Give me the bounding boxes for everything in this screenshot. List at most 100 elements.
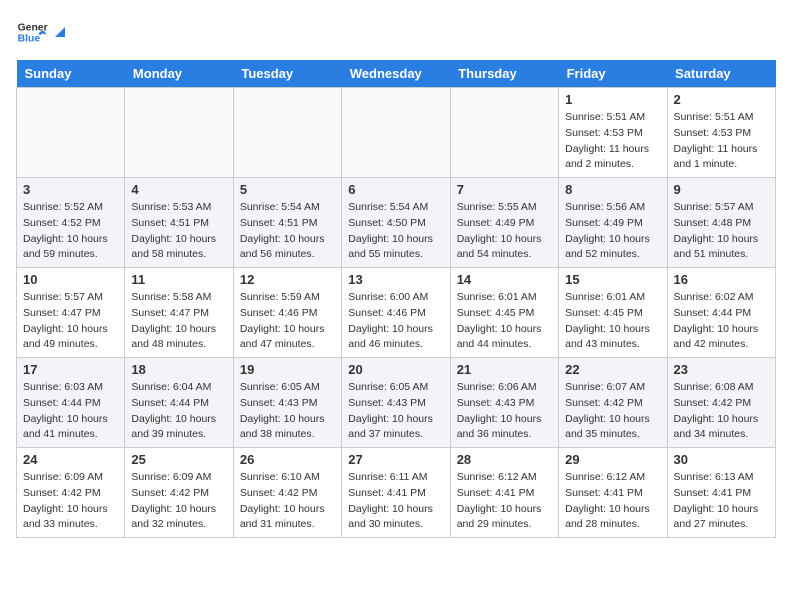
- day-info: Sunrise: 5:56 AM Sunset: 4:49 PM Dayligh…: [565, 200, 660, 263]
- day-info: Sunrise: 5:58 AM Sunset: 4:47 PM Dayligh…: [131, 290, 226, 353]
- day-info: Sunrise: 6:13 AM Sunset: 4:41 PM Dayligh…: [674, 470, 769, 533]
- calendar-cell: [342, 88, 450, 178]
- calendar-cell: [125, 88, 233, 178]
- day-info: Sunrise: 6:12 AM Sunset: 4:41 PM Dayligh…: [565, 470, 660, 533]
- day-number: 27: [348, 452, 443, 467]
- day-number: 3: [23, 182, 118, 197]
- day-info: Sunrise: 5:59 AM Sunset: 4:46 PM Dayligh…: [240, 290, 335, 353]
- weekday-header-row: SundayMondayTuesdayWednesdayThursdayFrid…: [17, 60, 776, 88]
- calendar-cell: [17, 88, 125, 178]
- calendar-cell: 30 Sunrise: 6:13 AM Sunset: 4:41 PM Dayli…: [667, 448, 775, 538]
- calendar-cell: [450, 88, 558, 178]
- calendar-cell: 18 Sunrise: 6:04 AM Sunset: 4:44 PM Dayli…: [125, 358, 233, 448]
- calendar-cell: 23 Sunrise: 6:08 AM Sunset: 4:42 PM Dayli…: [667, 358, 775, 448]
- day-number: 23: [674, 362, 769, 377]
- calendar-cell: 13 Sunrise: 6:00 AM Sunset: 4:46 PM Dayli…: [342, 268, 450, 358]
- calendar-cell: 12 Sunrise: 5:59 AM Sunset: 4:46 PM Dayli…: [233, 268, 341, 358]
- day-number: 4: [131, 182, 226, 197]
- logo-triangle-icon: [53, 25, 67, 39]
- day-number: 29: [565, 452, 660, 467]
- day-number: 10: [23, 272, 118, 287]
- day-info: Sunrise: 6:08 AM Sunset: 4:42 PM Dayligh…: [674, 380, 769, 443]
- day-number: 7: [457, 182, 552, 197]
- day-number: 17: [23, 362, 118, 377]
- calendar-cell: 29 Sunrise: 6:12 AM Sunset: 4:41 PM Dayli…: [559, 448, 667, 538]
- day-number: 11: [131, 272, 226, 287]
- calendar-header: SundayMondayTuesdayWednesdayThursdayFrid…: [17, 60, 776, 88]
- calendar-cell: 17 Sunrise: 6:03 AM Sunset: 4:44 PM Dayli…: [17, 358, 125, 448]
- day-number: 18: [131, 362, 226, 377]
- calendar-cell: 25Sunrise: 6:09 AM Sunset: 4:42 PM Dayli…: [125, 448, 233, 538]
- calendar-cell: 7 Sunrise: 5:55 AM Sunset: 4:49 PM Daylig…: [450, 178, 558, 268]
- calendar-cell: 28 Sunrise: 6:12 AM Sunset: 4:41 PM Dayli…: [450, 448, 558, 538]
- svg-text:Blue: Blue: [18, 34, 41, 45]
- day-number: 1: [565, 92, 660, 107]
- logo-icon: General Blue: [16, 16, 48, 48]
- day-number: 6: [348, 182, 443, 197]
- day-info: Sunrise: 5:53 AM Sunset: 4:51 PM Dayligh…: [131, 200, 226, 263]
- calendar-week-row: 24 Sunrise: 6:09 AM Sunset: 4:42 PM Dayli…: [17, 448, 776, 538]
- calendar-cell: 19Sunrise: 6:05 AM Sunset: 4:43 PM Dayli…: [233, 358, 341, 448]
- day-info: Sunrise: 6:02 AM Sunset: 4:44 PM Dayligh…: [674, 290, 769, 353]
- day-info: Sunrise: 5:54 AM Sunset: 4:50 PM Dayligh…: [348, 200, 443, 263]
- day-number: 26: [240, 452, 335, 467]
- calendar-cell: 16 Sunrise: 6:02 AM Sunset: 4:44 PM Dayli…: [667, 268, 775, 358]
- weekday-header-thursday: Thursday: [450, 60, 558, 88]
- day-info: Sunrise: 5:57 AM Sunset: 4:48 PM Dayligh…: [674, 200, 769, 263]
- day-info: Sunrise: 5:51 AM Sunset: 4:53 PM Dayligh…: [674, 110, 769, 173]
- day-info: Sunrise: 6:05 AM Sunset: 4:43 PM Dayligh…: [348, 380, 443, 443]
- day-info: Sunrise: 6:01 AM Sunset: 4:45 PM Dayligh…: [457, 290, 552, 353]
- day-info: Sunrise: 6:09 AM Sunset: 4:42 PM Dayligh…: [23, 470, 118, 533]
- day-info: Sunrise: 6:07 AM Sunset: 4:42 PM Dayligh…: [565, 380, 660, 443]
- day-number: 30: [674, 452, 769, 467]
- day-number: 24: [23, 452, 118, 467]
- day-info: Sunrise: 6:01 AM Sunset: 4:45 PM Dayligh…: [565, 290, 660, 353]
- day-number: 20: [348, 362, 443, 377]
- calendar-cell: 24 Sunrise: 6:09 AM Sunset: 4:42 PM Dayli…: [17, 448, 125, 538]
- logo: General Blue: [16, 16, 68, 48]
- day-number: 2: [674, 92, 769, 107]
- weekday-header-sunday: Sunday: [17, 60, 125, 88]
- calendar-cell: 26 Sunrise: 6:10 AM Sunset: 4:42 PM Dayli…: [233, 448, 341, 538]
- day-info: Sunrise: 5:51 AM Sunset: 4:53 PM Dayligh…: [565, 110, 660, 173]
- day-info: Sunrise: 5:54 AM Sunset: 4:51 PM Dayligh…: [240, 200, 335, 263]
- calendar-cell: 1 Sunrise: 5:51 AM Sunset: 4:53 PM Daylig…: [559, 88, 667, 178]
- weekday-header-monday: Monday: [125, 60, 233, 88]
- day-number: 12: [240, 272, 335, 287]
- day-number: 16: [674, 272, 769, 287]
- day-number: 9: [674, 182, 769, 197]
- calendar-cell: [233, 88, 341, 178]
- day-info: Sunrise: 5:52 AM Sunset: 4:52 PM Dayligh…: [23, 200, 118, 263]
- day-info: Sunrise: 6:06 AM Sunset: 4:43 PM Dayligh…: [457, 380, 552, 443]
- day-info: Sunrise: 5:55 AM Sunset: 4:49 PM Dayligh…: [457, 200, 552, 263]
- calendar-cell: 22 Sunrise: 6:07 AM Sunset: 4:42 PM Dayli…: [559, 358, 667, 448]
- day-number: 22: [565, 362, 660, 377]
- day-number: 8: [565, 182, 660, 197]
- weekday-header-wednesday: Wednesday: [342, 60, 450, 88]
- day-info: Sunrise: 6:00 AM Sunset: 4:46 PM Dayligh…: [348, 290, 443, 353]
- calendar-cell: 10 Sunrise: 5:57 AM Sunset: 4:47 PM Dayli…: [17, 268, 125, 358]
- day-info: Sunrise: 6:10 AM Sunset: 4:42 PM Dayligh…: [240, 470, 335, 533]
- calendar-cell: 9 Sunrise: 5:57 AM Sunset: 4:48 PM Daylig…: [667, 178, 775, 268]
- day-info: Sunrise: 6:04 AM Sunset: 4:44 PM Dayligh…: [131, 380, 226, 443]
- day-number: 28: [457, 452, 552, 467]
- calendar-cell: 4 Sunrise: 5:53 AM Sunset: 4:51 PM Daylig…: [125, 178, 233, 268]
- calendar-cell: 21 Sunrise: 6:06 AM Sunset: 4:43 PM Dayli…: [450, 358, 558, 448]
- day-info: Sunrise: 5:57 AM Sunset: 4:47 PM Dayligh…: [23, 290, 118, 353]
- calendar-cell: 3 Sunrise: 5:52 AM Sunset: 4:52 PM Daylig…: [17, 178, 125, 268]
- calendar-cell: 14Sunrise: 6:01 AM Sunset: 4:45 PM Dayli…: [450, 268, 558, 358]
- calendar-week-row: 1 Sunrise: 5:51 AM Sunset: 4:53 PM Daylig…: [17, 88, 776, 178]
- page-header: General Blue: [16, 16, 776, 48]
- weekday-header-saturday: Saturday: [667, 60, 775, 88]
- day-info: Sunrise: 6:12 AM Sunset: 4:41 PM Dayligh…: [457, 470, 552, 533]
- day-number: 19: [240, 362, 335, 377]
- calendar-cell: 5 Sunrise: 5:54 AM Sunset: 4:51 PM Daylig…: [233, 178, 341, 268]
- day-number: 21: [457, 362, 552, 377]
- calendar-cell: 11 Sunrise: 5:58 AM Sunset: 4:47 PM Dayli…: [125, 268, 233, 358]
- day-info: Sunrise: 6:03 AM Sunset: 4:44 PM Dayligh…: [23, 380, 118, 443]
- day-number: 13: [348, 272, 443, 287]
- day-info: Sunrise: 6:09 AM Sunset: 4:42 PM Dayligh…: [131, 470, 226, 533]
- calendar-cell: 20 Sunrise: 6:05 AM Sunset: 4:43 PM Dayli…: [342, 358, 450, 448]
- calendar-body: 1 Sunrise: 5:51 AM Sunset: 4:53 PM Daylig…: [17, 88, 776, 538]
- day-number: 5: [240, 182, 335, 197]
